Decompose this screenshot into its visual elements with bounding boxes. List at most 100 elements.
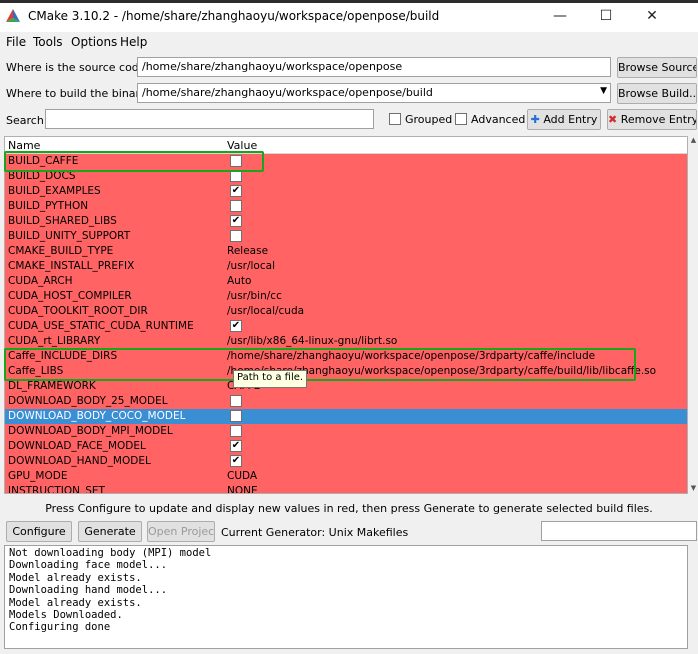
progress-bar [541,521,697,541]
table-row[interactable]: BUILD_PYTHON [5,199,687,214]
entry-name: BUILD_UNITY_SUPPORT [8,230,131,242]
grouped-label: Grouped [405,113,453,126]
entry-name: GPU_MODE [8,470,68,482]
table-row[interactable]: CMAKE_INSTALL_PREFIX/usr/local [5,259,687,274]
plus-icon: ✚ [530,113,540,126]
source-path-input[interactable]: /home/share/zhanghaoyu/workspace/openpos… [137,57,611,77]
entry-name: BUILD_PYTHON [8,200,89,212]
entry-name: DOWNLOAD_HAND_MODEL [8,455,151,467]
entry-checkbox[interactable]: ✔ [230,215,242,227]
close-button[interactable]: ✕ [629,4,675,28]
table-row[interactable]: DOWNLOAD_BODY_MPI_MODEL [5,424,687,439]
entry-value[interactable]: Auto [227,275,251,287]
table-scrollbar[interactable]: ▲ ▼ [689,136,698,494]
title-bar[interactable]: CMake 3.10.2 - /home/share/zhanghaoyu/wo… [0,0,698,32]
entry-name: CUDA_USE_STATIC_CUDA_RUNTIME [8,320,194,332]
entry-value[interactable]: /usr/local/cuda [227,305,304,317]
entry-name: DOWNLOAD_BODY_MPI_MODEL [8,425,173,437]
add-entry-button[interactable]: ✚ Add Entry [527,109,601,130]
advanced-label: Advanced [471,113,526,126]
maximize-button[interactable]: ☐ [583,4,629,28]
output-log[interactable]: Not downloading body (MPI) model Download… [4,545,688,649]
current-generator-label: Current Generator: Unix Makefiles [221,526,409,539]
table-row[interactable]: DL_FRAMEWORKCAFFE [5,379,687,394]
entry-name: BUILD_SHARED_LIBS [8,215,117,227]
entry-name: DOWNLOAD_FACE_MODEL [8,440,146,452]
remove-x-icon: ✖ [608,113,618,126]
entry-value[interactable]: Release [227,245,268,257]
table-row[interactable]: GPU_MODE CUDA [5,469,687,484]
window-title: CMake 3.10.2 - /home/share/zhanghaoyu/wo… [28,9,440,23]
highlight-box-caffe-paths [4,348,636,381]
browse-source-button[interactable]: Browse Source... [617,57,697,78]
entry-checkbox[interactable] [230,425,242,437]
build-path-value: /home/share/zhanghaoyu/workspace/openpos… [142,86,433,99]
highlight-box-build-caffe [4,151,264,172]
scroll-down-icon[interactable]: ▼ [689,484,698,494]
table-rows: BUILD_CAFFE BUILD_DOCS BUILD_EXAMPLES ✔ BUIL… [5,154,687,494]
entry-name: INSTRUCTION_SET [8,485,105,494]
entry-name: DOWNLOAD_BODY_COCO_MODEL [8,410,186,422]
tooltip: Path to a file. [233,370,308,388]
browse-build-button[interactable]: Browse Build... [617,83,697,104]
table-row[interactable]: DOWNLOAD_FACE_MODEL ✔ [5,439,687,454]
add-entry-label: Add Entry [543,113,598,126]
entry-checkbox[interactable]: ✔ [230,440,242,452]
entry-checkbox[interactable] [230,395,242,407]
entry-value[interactable]: CUDA [227,470,257,482]
log-line: Models Downloaded. [9,609,123,622]
table-row[interactable]: DOWNLOAD_HAND_MODEL ✔ [5,454,687,469]
table-row[interactable]: BUILD_EXAMPLES ✔ [5,184,687,199]
remove-entry-button[interactable]: ✖ Remove Entry [607,109,697,130]
generate-button[interactable]: Generate [78,521,142,542]
table-row[interactable]: CUDA_ARCH Auto [5,274,687,289]
table-row[interactable]: CUDA_HOST_COMPILER/usr/bin/cc [5,289,687,304]
entry-name: CMAKE_BUILD_TYPE [8,245,114,257]
entry-checkbox[interactable] [230,230,242,242]
table-row[interactable]: BUILD_SHARED_LIBS ✔ [5,214,687,229]
scroll-up-icon[interactable]: ▲ [689,136,698,146]
search-label: Search: [6,114,48,127]
entry-name: CMAKE_INSTALL_PREFIX [8,260,135,272]
entry-name: CUDA_rt_LIBRARY [8,335,101,347]
entry-value[interactable]: /usr/bin/cc [227,290,282,302]
grouped-checkbox[interactable] [389,113,401,125]
entry-name: BUILD_EXAMPLES [8,185,101,197]
table-row[interactable]: INSTRUCTION_SET NONE [5,484,687,494]
table-row[interactable]: BUILD_UNITY_SUPPORT [5,229,687,244]
entry-name: DOWNLOAD_BODY_25_MODEL [8,395,168,407]
table-row[interactable]: CUDA_TOOLKIT_ROOT_DIR/usr/local/cuda [5,304,687,319]
search-input[interactable] [45,109,374,129]
table-row[interactable]: DOWNLOAD_BODY_COCO_MODEL [5,409,687,424]
build-path-combobox[interactable]: /home/share/zhanghaoyu/workspace/openpos… [137,83,611,103]
menu-help[interactable]: Help [120,35,147,49]
cmake-logo-icon [6,9,20,22]
menu-file[interactable]: File [6,35,26,49]
configure-button[interactable]: Configure [6,521,72,542]
open-project-button[interactable]: Open Project [147,521,215,542]
status-text: Press Configure to update and display ne… [45,502,653,515]
menu-tools[interactable]: Tools [33,35,63,49]
log-line: Model already exists. [9,571,142,584]
entry-checkbox[interactable] [230,410,242,422]
menu-options[interactable]: Options [71,35,117,49]
cache-table[interactable]: Name Value BUILD_CAFFE BUILD_DOCS BUILD_EX… [4,136,688,494]
table-row[interactable]: DOWNLOAD_BODY_25_MODEL [5,394,687,409]
entry-value[interactable]: /usr/local [227,260,275,272]
advanced-checkbox[interactable] [455,113,467,125]
minimize-button[interactable]: — [537,4,583,28]
table-row[interactable]: CUDA_rt_LIBRARY/usr/lib/x86_64-linux-gnu… [5,334,687,349]
entry-checkbox[interactable] [230,200,242,212]
entry-checkbox[interactable]: ✔ [230,455,242,467]
entry-checkbox[interactable]: ✔ [230,185,242,197]
entry-checkbox[interactable]: ✔ [230,320,242,332]
chevron-down-icon[interactable]: ▼ [600,86,607,96]
log-line: Downloading hand model... [9,584,168,597]
entry-name: CUDA_TOOLKIT_ROOT_DIR [8,305,148,317]
source-label: Where is the source code: [6,61,150,74]
entry-value[interactable]: NONE [227,485,258,493]
table-row[interactable]: CUDA_USE_STATIC_CUDA_RUNTIME ✔ [5,319,687,334]
entry-value[interactable]: /usr/lib/x86_64-linux-gnu/librt.so [227,335,397,347]
entry-name: CUDA_ARCH [8,275,73,287]
table-row[interactable]: CMAKE_BUILD_TYPE Release [5,244,687,259]
